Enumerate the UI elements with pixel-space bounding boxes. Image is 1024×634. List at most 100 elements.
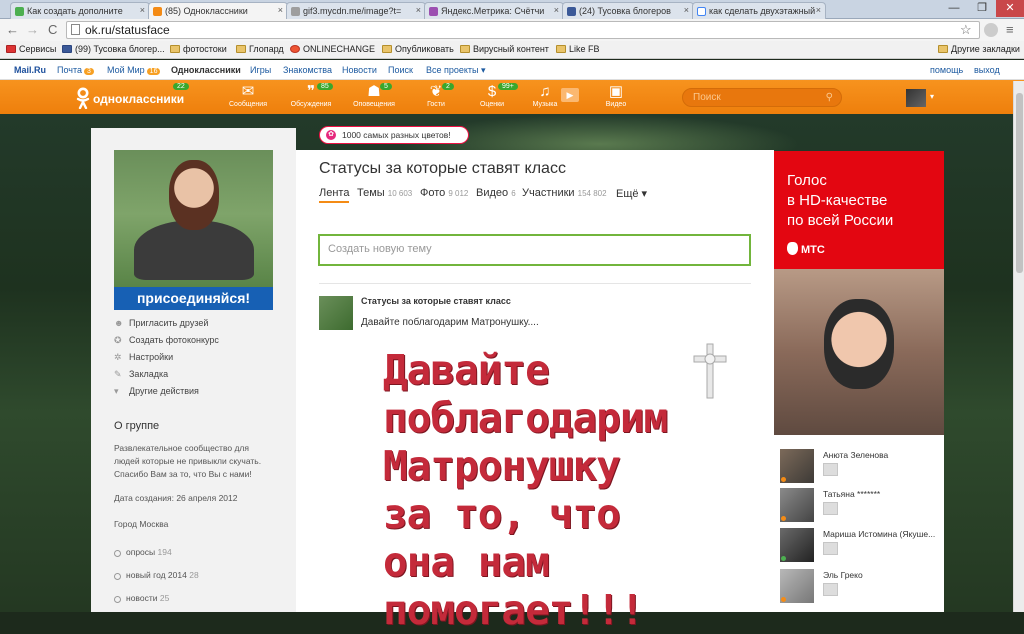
menu-icon[interactable]: ≡ <box>1006 21 1014 39</box>
window-minimize-button[interactable]: — <box>940 0 968 17</box>
nav-count-badge: 5 <box>380 83 392 90</box>
ok-link[interactable]: Одноклассники <box>171 65 241 75</box>
browser-tab-active[interactable]: (85) Одноклассники × <box>148 2 288 19</box>
tab-close-icon[interactable]: × <box>684 5 689 15</box>
tab-close-icon[interactable]: × <box>278 5 283 15</box>
bookmark-star-icon[interactable]: ☆ <box>960 21 972 39</box>
mts-logo: МТС <box>787 242 825 256</box>
tab-videos[interactable]: Видео 6 <box>476 187 516 199</box>
search-input[interactable]: Поиск ⚲ <box>682 88 842 107</box>
friend-item[interactable]: Эль Греко <box>780 569 940 605</box>
chevron-down-icon[interactable]: ▾ <box>930 92 934 101</box>
help-link[interactable]: помощь <box>930 65 963 75</box>
bookmark-item[interactable]: Like FB <box>556 44 600 54</box>
window-close-button[interactable]: ✕ <box>996 0 1024 17</box>
ok-logo-text[interactable]: одноклассники <box>93 92 184 106</box>
post-author-name[interactable]: Статусы за которые ставят класс <box>361 296 511 306</box>
post-image[interactable]: Давайте поблагодарим Матронушку за то, ч… <box>319 340 751 634</box>
back-button[interactable]: ← <box>6 21 19 39</box>
message-icon[interactable] <box>823 502 838 515</box>
dating-link[interactable]: Знакомства <box>283 65 332 75</box>
browser-tab[interactable]: Как создать дополните × <box>10 2 150 19</box>
mailru-link[interactable]: Mail.Ru <box>14 65 46 75</box>
post-author-avatar[interactable] <box>319 296 353 330</box>
scrollbar-thumb[interactable] <box>1016 93 1023 273</box>
reload-button[interactable]: C <box>48 21 57 39</box>
nav-messages[interactable]: ✉ Сообщения <box>224 84 272 109</box>
tab-close-icon[interactable]: × <box>416 5 421 15</box>
tab-feed[interactable]: Лента <box>319 187 350 203</box>
nav-discussions[interactable]: ❞ Обсуждения 85 <box>287 83 335 108</box>
tag-item[interactable]: новости 25 <box>114 593 169 603</box>
browser-tab[interactable]: как сделать двухэтажный × <box>692 2 826 19</box>
page-scrollbar[interactable] <box>1013 81 1024 612</box>
browser-tab[interactable]: Яндекс.Метрика: Счётчи × <box>424 2 564 19</box>
tab-more[interactable]: Ещё ▾ <box>616 187 647 200</box>
folder-icon <box>938 45 948 53</box>
play-icon: ▶ <box>561 88 579 102</box>
tab-close-icon[interactable]: × <box>140 5 145 15</box>
ad-photo <box>774 269 944 435</box>
nav-ratings[interactable]: $ Оценки 99+ <box>468 83 518 108</box>
group-created-date: Дата создания: 26 апреля 2012 <box>114 493 238 503</box>
bookmark-item[interactable]: Глопард <box>236 44 284 54</box>
user-avatar[interactable] <box>906 89 926 107</box>
bookmark-item[interactable]: Вирусный контент <box>460 44 549 54</box>
nav-guests[interactable]: ❦ Гости 2 <box>412 83 460 108</box>
medal-icon: ✪ <box>114 335 122 345</box>
bookmark-link[interactable]: ✎ Закладка <box>114 369 168 379</box>
online-indicator <box>781 477 786 482</box>
tab-photos[interactable]: Фото 9 012 <box>420 187 468 199</box>
mts-ad-banner[interactable]: Голос в HD-качестве по всей России МТС <box>774 151 944 435</box>
promo-flowers-banner[interactable]: ✿ 1000 самых разных цветов! <box>319 126 469 144</box>
join-button[interactable]: присоединяйся! <box>114 287 273 310</box>
bookmark-item[interactable]: Сервисы <box>6 44 56 54</box>
mail-link[interactable]: Почта 3 <box>57 65 94 75</box>
window-maximize-button[interactable]: ❐ <box>968 0 996 17</box>
url-input[interactable]: ok.ru/statusface <box>66 21 980 39</box>
post-image-line: помогает!!! <box>383 586 645 634</box>
games-link[interactable]: Игры <box>250 65 271 75</box>
group-city[interactable]: Город Москва <box>114 518 274 531</box>
friend-item[interactable]: Мариша Истомина (Якуше... <box>780 528 940 564</box>
friend-item[interactable]: Анюта Зеленова <box>780 449 940 485</box>
bookmark-item[interactable]: ONLINECHANGE <box>290 44 375 54</box>
news-link[interactable]: Новости <box>342 65 377 75</box>
tag-item[interactable]: опросы 194 <box>114 547 172 557</box>
message-icon[interactable] <box>823 542 838 555</box>
search-link[interactable]: Поиск <box>388 65 413 75</box>
myworld-link[interactable]: Мой Мир 16 <box>107 65 161 75</box>
tab-close-icon[interactable]: × <box>554 5 559 15</box>
extension-icon[interactable] <box>984 23 998 37</box>
tab-close-icon[interactable]: × <box>816 5 821 15</box>
invite-friends-link[interactable]: ☻ Пригласить друзей <box>114 318 208 328</box>
nav-play[interactable]: ▶ <box>548 84 592 102</box>
new-topic-input[interactable]: Создать новую тему <box>318 234 751 266</box>
cross-icon <box>693 343 727 399</box>
settings-link[interactable]: ✲ Настройки <box>114 352 173 362</box>
mailru-toolbar: Mail.Ru Почта 3 Мой Мир 16 Одноклассники И… <box>0 60 1024 80</box>
bookmark-item[interactable]: (99) Тусовка блогер... <box>62 44 165 54</box>
browser-tab[interactable]: gif3.mycdn.me/image?t= × <box>286 2 426 19</box>
create-photo-contest-link[interactable]: ✪ Создать фотоконкурс <box>114 335 219 345</box>
exit-link[interactable]: выход <box>974 65 1000 75</box>
ok-logo-icon[interactable] <box>76 87 90 109</box>
forward-button[interactable]: → <box>26 21 39 39</box>
tag-item[interactable]: новый год 2014 28 <box>114 570 199 580</box>
message-icon[interactable] <box>823 463 838 476</box>
bookmark-item[interactable]: Опубликовать <box>382 44 454 54</box>
bookmark-item[interactable]: фотостоки <box>170 44 227 54</box>
about-group-heading: О группе <box>114 420 160 432</box>
other-actions-link[interactable]: ▾ Другие действия <box>114 386 199 396</box>
other-bookmarks[interactable]: Другие закладки <box>938 44 1020 54</box>
nav-notifications[interactable]: ☗ Оповещения 5 <box>350 83 398 108</box>
tab-members[interactable]: Участники 154 802 <box>522 187 607 199</box>
message-icon[interactable] <box>823 583 838 596</box>
all-projects-link[interactable]: Все проекты ▾ <box>426 65 486 76</box>
tab-favicon-icon <box>15 7 24 16</box>
browser-tab[interactable]: (24) Тусовка блогеров × <box>562 2 694 19</box>
group-avatar[interactable] <box>114 150 273 310</box>
nav-video[interactable]: ▣ Видео <box>592 84 640 109</box>
friend-item[interactable]: Татьяна ******* <box>780 488 940 524</box>
tab-topics[interactable]: Темы 10 603 <box>357 187 412 199</box>
